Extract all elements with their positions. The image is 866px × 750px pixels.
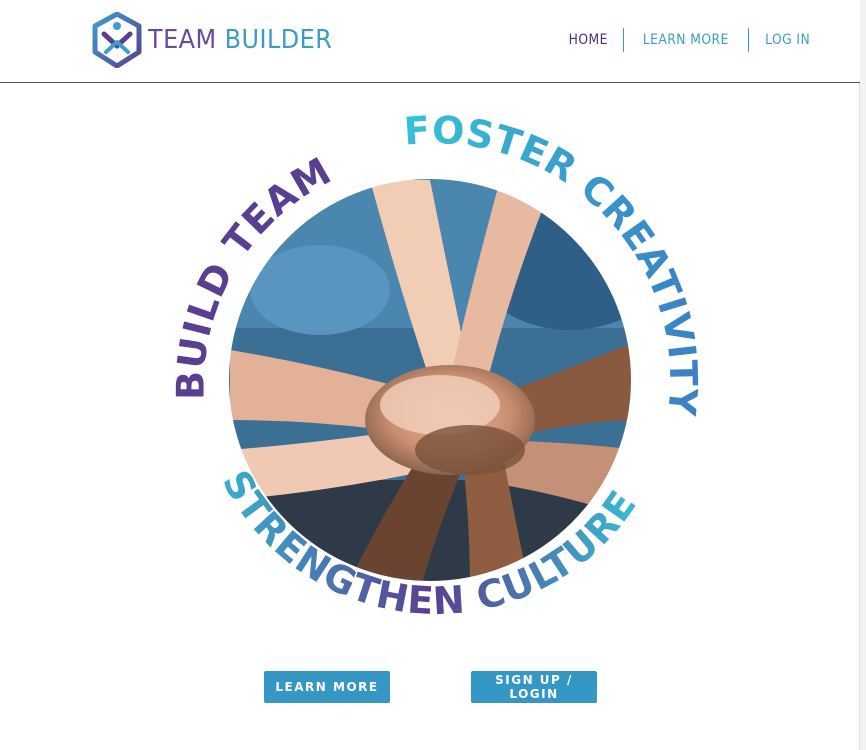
- scrollbar[interactable]: [859, 0, 866, 750]
- nav-divider: [623, 28, 625, 52]
- hero-graphic: BUILD TEAMS FOSTER CREATIVITY STRENGTHEN…: [156, 85, 705, 640]
- nav-log-in[interactable]: LOG IN: [753, 28, 821, 52]
- sign-up-login-button[interactable]: SIGN UP / LOGIN: [471, 671, 597, 703]
- site-header: TEAM BUILDER HOME LEARN MORE LOG IN: [0, 0, 860, 83]
- brand-name-part2: BUILDER: [224, 25, 333, 55]
- brand-name-part1: TEAM: [148, 25, 217, 55]
- page: TEAM BUILDER HOME LEARN MORE LOG IN BUIL…: [0, 0, 866, 750]
- brand-logo[interactable]: TEAM BUILDER: [92, 12, 348, 68]
- team-builder-logo-icon: [92, 12, 142, 68]
- hero-svg: BUILD TEAMS FOSTER CREATIVITY STRENGTHEN…: [156, 85, 705, 623]
- nav-divider: [747, 28, 749, 52]
- learn-more-button[interactable]: LEARN MORE: [264, 671, 390, 703]
- nav-home[interactable]: HOME: [557, 28, 619, 52]
- brand-name: TEAM BUILDER: [148, 25, 332, 55]
- nav-learn-more[interactable]: LEARN MORE: [632, 28, 741, 52]
- main-nav: HOME LEARN MORE LOG IN: [553, 28, 826, 52]
